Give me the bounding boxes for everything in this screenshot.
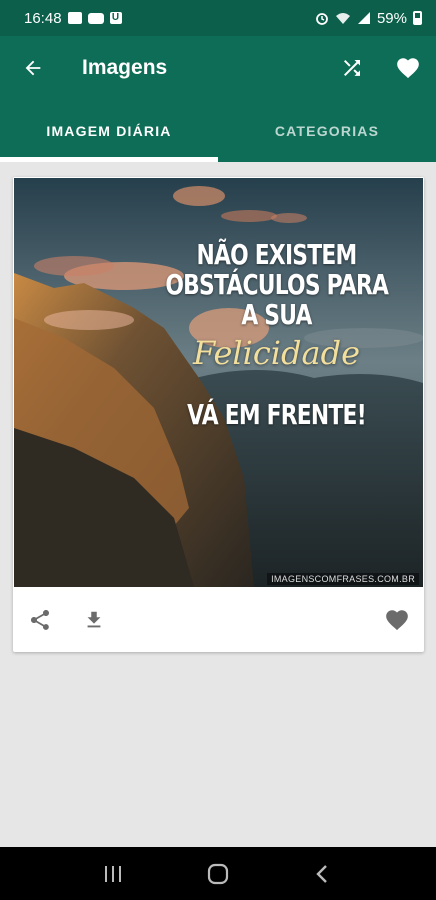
youtube-notification-icon (87, 12, 104, 24)
system-nav-bar (0, 847, 436, 900)
daily-image[interactable]: NÃO EXISTEM OBSTÁCULOS PARA A SUA Felici… (14, 178, 423, 587)
daily-image-card: NÃO EXISTEM OBSTÁCULOS PARA A SUA Felici… (13, 177, 424, 652)
quote-script: Felicidade (193, 334, 360, 372)
share-button[interactable] (13, 593, 67, 647)
back-button[interactable] (0, 36, 66, 100)
back-nav-button[interactable] (303, 854, 343, 894)
arrow-back-icon (25, 60, 41, 76)
tab-bar: IMAGEM DIÁRIA CATEGORIAS (0, 100, 436, 162)
heart-icon (386, 609, 408, 630)
quote-text: NÃO EXISTEM OBSTÁCULOS PARA A SUA Felici… (134, 238, 419, 432)
status-right: 59% (315, 10, 422, 27)
card-actions (13, 587, 424, 652)
home-icon (207, 863, 229, 884)
quote-line-1: NÃO EXISTEM (196, 238, 358, 271)
download-button[interactable] (67, 593, 121, 647)
status-bar: 16:48 U 59% (0, 0, 436, 36)
like-button[interactable] (370, 593, 424, 647)
favorites-button[interactable] (380, 36, 436, 100)
status-time: 16:48 (24, 9, 62, 27)
quote-line-4: VÁ EM FRENTE! (187, 398, 367, 431)
tab-imagem-diaria[interactable]: IMAGEM DIÁRIA (0, 100, 218, 162)
chevron-left-icon (316, 864, 328, 883)
page-title: Imagens (82, 56, 168, 79)
battery-percent: 59% (376, 9, 407, 27)
status-left: 16:48 U (24, 10, 122, 27)
signal-icon (357, 12, 370, 24)
battery-icon (413, 11, 422, 25)
alarm-icon (316, 13, 328, 25)
app-bar: Imagens (0, 36, 436, 100)
quote-line-3: A SUA (241, 298, 312, 331)
image-notification-icon (67, 12, 82, 24)
wifi-icon (335, 13, 350, 24)
app-notification-icon: U (109, 12, 122, 24)
home-button[interactable] (198, 854, 238, 894)
shuffle-icon (344, 60, 360, 76)
quote-line-2: OBSTÁCULOS PARA (165, 268, 389, 301)
share-icon (31, 609, 49, 630)
recents-icon (104, 865, 121, 882)
shuffle-button[interactable] (324, 36, 380, 100)
download-icon (87, 611, 101, 627)
recents-button[interactable] (93, 854, 133, 894)
image-watermark: IMAGENSCOMFRASES.COM.BR (267, 573, 419, 585)
heart-icon (397, 58, 419, 79)
tab-categorias[interactable]: CATEGORIAS (218, 100, 436, 162)
